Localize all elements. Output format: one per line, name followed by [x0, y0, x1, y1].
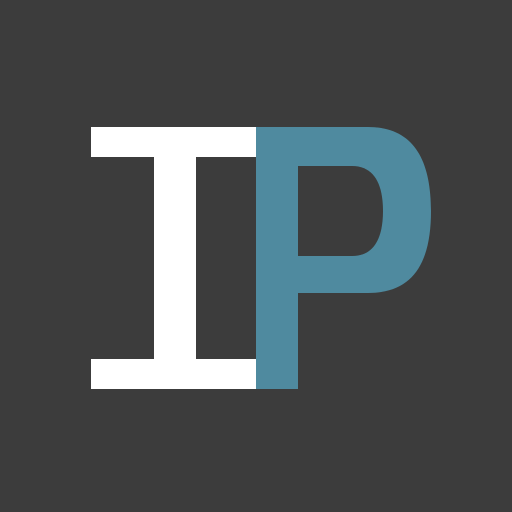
letter-p-counter — [298, 166, 383, 256]
app-logo: IP — [0, 0, 512, 512]
logo-mark — [0, 0, 512, 512]
letter-i-bottom-serif — [91, 359, 258, 389]
letter-i-stem — [154, 127, 196, 389]
